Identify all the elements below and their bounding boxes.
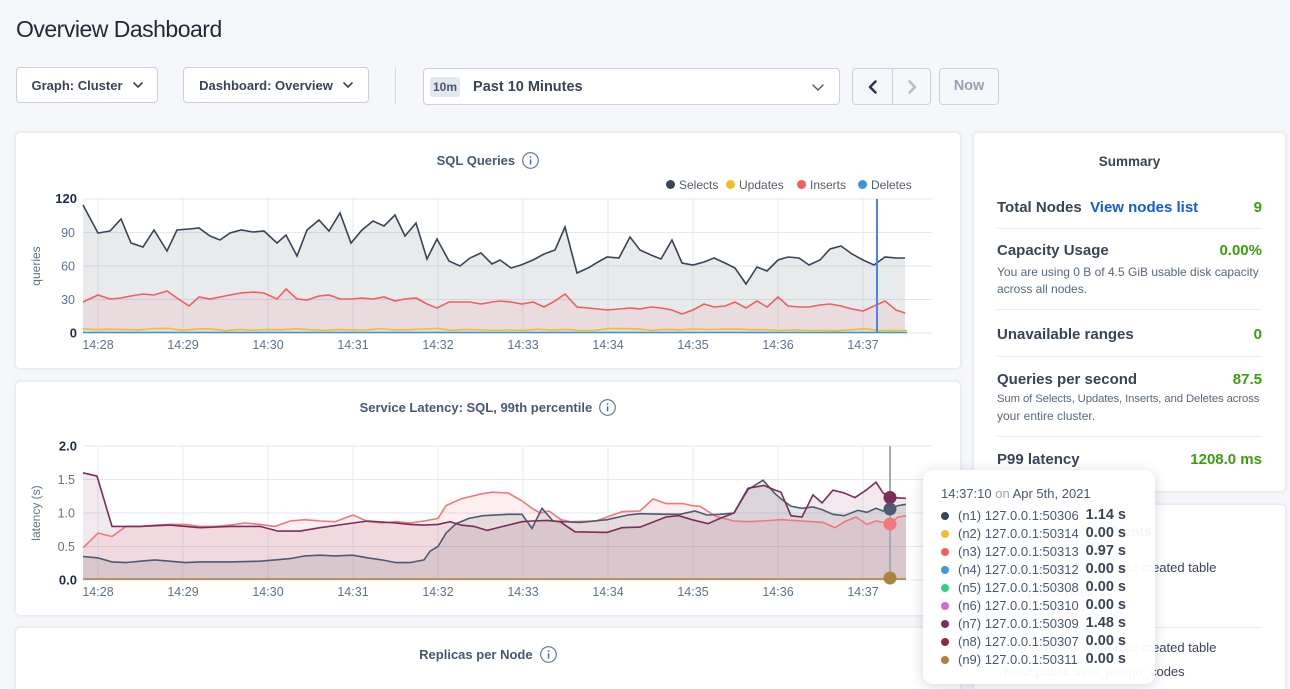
svg-text:14:28: 14:28	[82, 585, 113, 599]
svg-text:1.0: 1.0	[58, 507, 75, 521]
svg-text:14:33: 14:33	[507, 585, 538, 599]
svg-text:14:36: 14:36	[762, 585, 793, 599]
svg-text:14:32: 14:32	[422, 585, 453, 599]
svg-text:2.0: 2.0	[59, 439, 77, 454]
svg-text:14:30: 14:30	[252, 585, 283, 599]
svg-text:0.0: 0.0	[59, 573, 77, 588]
svg-text:14:31: 14:31	[337, 585, 368, 599]
svg-text:14:37: 14:37	[847, 585, 878, 599]
svg-text:latency (s): latency (s)	[29, 485, 43, 540]
svg-text:14:29: 14:29	[167, 585, 198, 599]
svg-text:14:34: 14:34	[592, 585, 623, 599]
svg-text:1.5: 1.5	[58, 473, 75, 487]
svg-text:14:35: 14:35	[677, 585, 708, 599]
svg-text:0.5: 0.5	[58, 540, 75, 554]
